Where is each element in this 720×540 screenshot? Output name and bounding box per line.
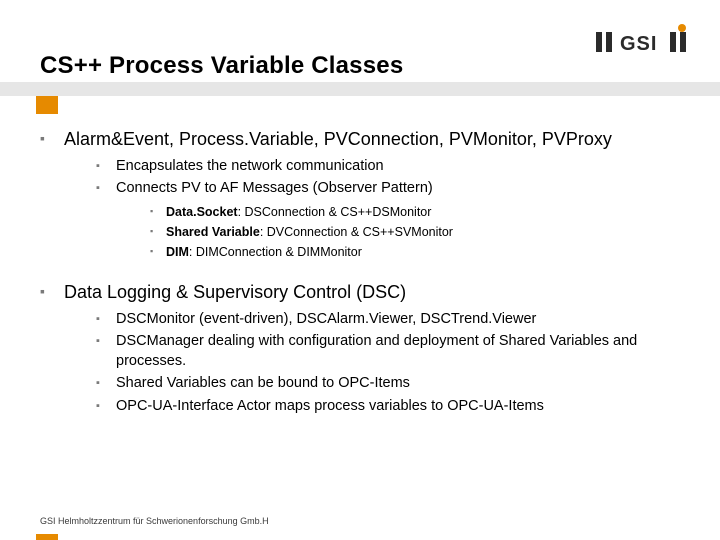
section1-heading-text: Alarm&Event, Process.Variable, PVConnect…	[64, 129, 612, 149]
subsub-2-term: DIM	[166, 245, 189, 259]
section1-sub-0: Encapsulates the network communication	[96, 157, 692, 177]
section1-subsub-2: DIM: DIMConnection & DIMMonitor	[150, 243, 692, 261]
subsub-0-term: Data.Socket	[166, 205, 238, 219]
section1-subsub-0: Data.Socket: DSConnection & CS++DSMonito…	[150, 203, 692, 221]
section1-heading: Alarm&Event, Process.Variable, PVConnect…	[40, 128, 692, 261]
section1-subsub-list: Data.Socket: DSConnection & CS++DSMonito…	[150, 203, 692, 261]
page-title: CS++ Process Variable Classes	[40, 52, 680, 80]
section2-sub-2: Shared Variables can be bound to OPC-Ite…	[96, 374, 692, 394]
footer-text: GSI Helmholtzzentrum für Schwerionenfors…	[40, 516, 269, 526]
section2-sublist: DSCMonitor (event-driven), DSCAlarm.View…	[96, 310, 692, 417]
section1-subsub-1: Shared Variable: DVConnection & CS++SVMo…	[150, 223, 692, 241]
section2-heading: Data Logging & Supervisory Control (DSC)…	[40, 281, 692, 416]
accent-block-top	[36, 96, 58, 114]
section1-sublist: Encapsulates the network communication C…	[96, 157, 692, 262]
section2-heading-text: Data Logging & Supervisory Control (DSC)	[64, 282, 406, 302]
section1-sub-1-text: Connects PV to AF Messages (Observer Pat…	[116, 180, 433, 196]
subsub-0-rest: : DSConnection & CS++DSMonitor	[238, 205, 432, 219]
section2-sub-1: DSCManager dealing with configuration an…	[96, 332, 692, 371]
subsub-1-rest: : DVConnection & CS++SVMonitor	[260, 225, 453, 239]
subsub-1-term: Shared Variable	[166, 225, 260, 239]
title-area: CS++ Process Variable Classes	[40, 52, 680, 80]
section1-sub-1: Connects PV to AF Messages (Observer Pat…	[96, 179, 692, 261]
slide: GSI CS++ Process Variable Classes Alarm&…	[0, 0, 720, 540]
section2-sub-0: DSCMonitor (event-driven), DSCAlarm.View…	[96, 310, 692, 330]
content-area: Alarm&Event, Process.Variable, PVConnect…	[40, 128, 692, 422]
title-divider-strip	[0, 82, 720, 96]
bullet-list-lvl1: Alarm&Event, Process.Variable, PVConnect…	[40, 128, 692, 416]
section2-sub-3: OPC-UA-Interface Actor maps process vari…	[96, 397, 692, 417]
spacer	[40, 267, 692, 281]
accent-block-bottom	[36, 534, 58, 540]
subsub-2-rest: : DIMConnection & DIMMonitor	[189, 245, 362, 259]
